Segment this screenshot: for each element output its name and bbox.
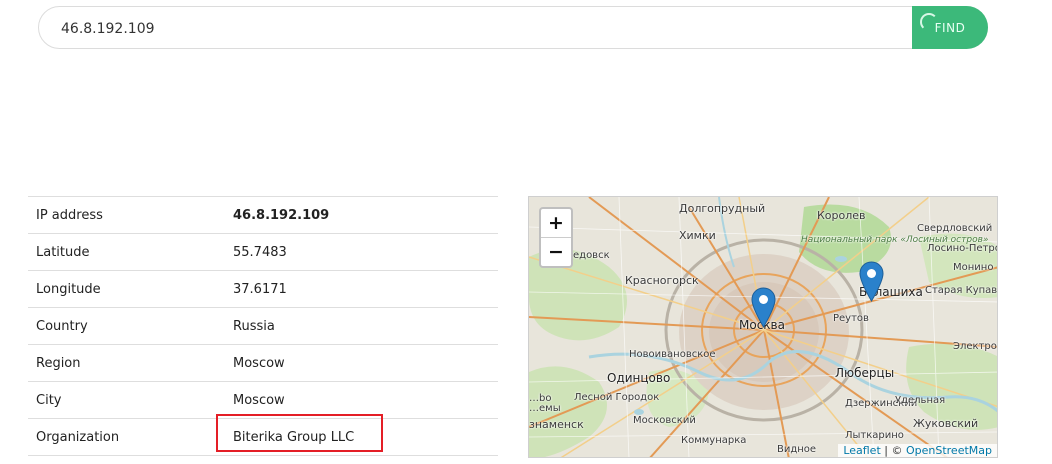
row-value: Moscow	[225, 381, 498, 419]
map-label: Лесной Городок	[574, 392, 660, 403]
map-label: Монино	[953, 262, 994, 273]
zoom-control: + −	[539, 207, 573, 268]
openstreetmap-link[interactable]: OpenStreetMap	[906, 444, 992, 457]
table-row: Longitude 37.6171	[28, 270, 498, 308]
loading-spinner-icon	[920, 13, 938, 31]
map-label: Московский	[633, 415, 696, 426]
map-label: Химки	[679, 229, 716, 242]
map-label-park: Национальный парк «Лосиный остров»	[801, 235, 988, 245]
table-row: Latitude 55.7483	[28, 233, 498, 271]
map-label: Жуковский	[913, 417, 979, 430]
map-attribution: Leaflet | © OpenStreetMap	[838, 444, 997, 457]
map-label: знаменск	[529, 418, 584, 431]
map-label: Лыткарино	[845, 430, 904, 441]
find-button[interactable]: FIND	[912, 6, 988, 49]
map-label: Люберцы	[835, 366, 895, 380]
map-label: едовск	[573, 250, 610, 261]
attribution-separator: | ©	[880, 444, 906, 457]
search-bar: FIND	[38, 6, 988, 50]
ip-search-input[interactable]	[59, 7, 913, 50]
map-label: Реутов	[833, 313, 869, 324]
row-value: Biterika Group LLC	[225, 418, 498, 456]
map-marker-icon[interactable]	[859, 261, 884, 302]
map-label: …емы	[529, 403, 561, 414]
map-marker-icon[interactable]	[751, 287, 776, 328]
row-value: Moscow	[225, 344, 498, 382]
table-row: Organization Biterika Group LLC	[28, 418, 498, 456]
zoom-out-button[interactable]: −	[541, 237, 571, 266]
map-label: Удельная	[895, 395, 946, 406]
find-button-label: FIND	[934, 20, 966, 35]
table-row: Country Russia	[28, 307, 498, 345]
leaflet-link[interactable]: Leaflet	[843, 444, 880, 457]
row-label: Country	[28, 307, 225, 345]
table-row: City Moscow	[28, 381, 498, 419]
zoom-in-button[interactable]: +	[541, 209, 571, 237]
row-label: Longitude	[28, 270, 225, 308]
map-label: Видное	[777, 444, 817, 455]
table-row: IP address 46.8.192.109	[28, 196, 498, 234]
row-value: 55.7483	[225, 233, 498, 271]
map-label: Электро	[953, 341, 997, 352]
table-row: Region Moscow	[28, 344, 498, 382]
map-label: Свердловский	[917, 223, 993, 234]
row-label: Latitude	[28, 233, 225, 271]
row-value: 46.8.192.109	[225, 196, 498, 234]
row-label: Organization	[28, 418, 225, 456]
row-label: Region	[28, 344, 225, 382]
map-label: Коммунарка	[681, 435, 747, 446]
row-label: IP address	[28, 196, 225, 234]
map-label: Красногорск	[625, 274, 699, 287]
map-label: Долгопрудный	[679, 202, 766, 215]
ip-info-table: IP address 46.8.192.109 Latitude 55.7483…	[28, 196, 498, 456]
row-value: Russia	[225, 307, 498, 345]
map-label: Старая Купавн	[925, 285, 998, 296]
map-label: Королев	[817, 209, 866, 222]
map-label: Новоивановское	[629, 349, 716, 360]
map-label: Одинцово	[607, 371, 671, 385]
row-label: City	[28, 381, 225, 419]
row-value: 37.6171	[225, 270, 498, 308]
location-map[interactable]: Долгопрудный Королев Химки Свердловский …	[528, 196, 998, 458]
